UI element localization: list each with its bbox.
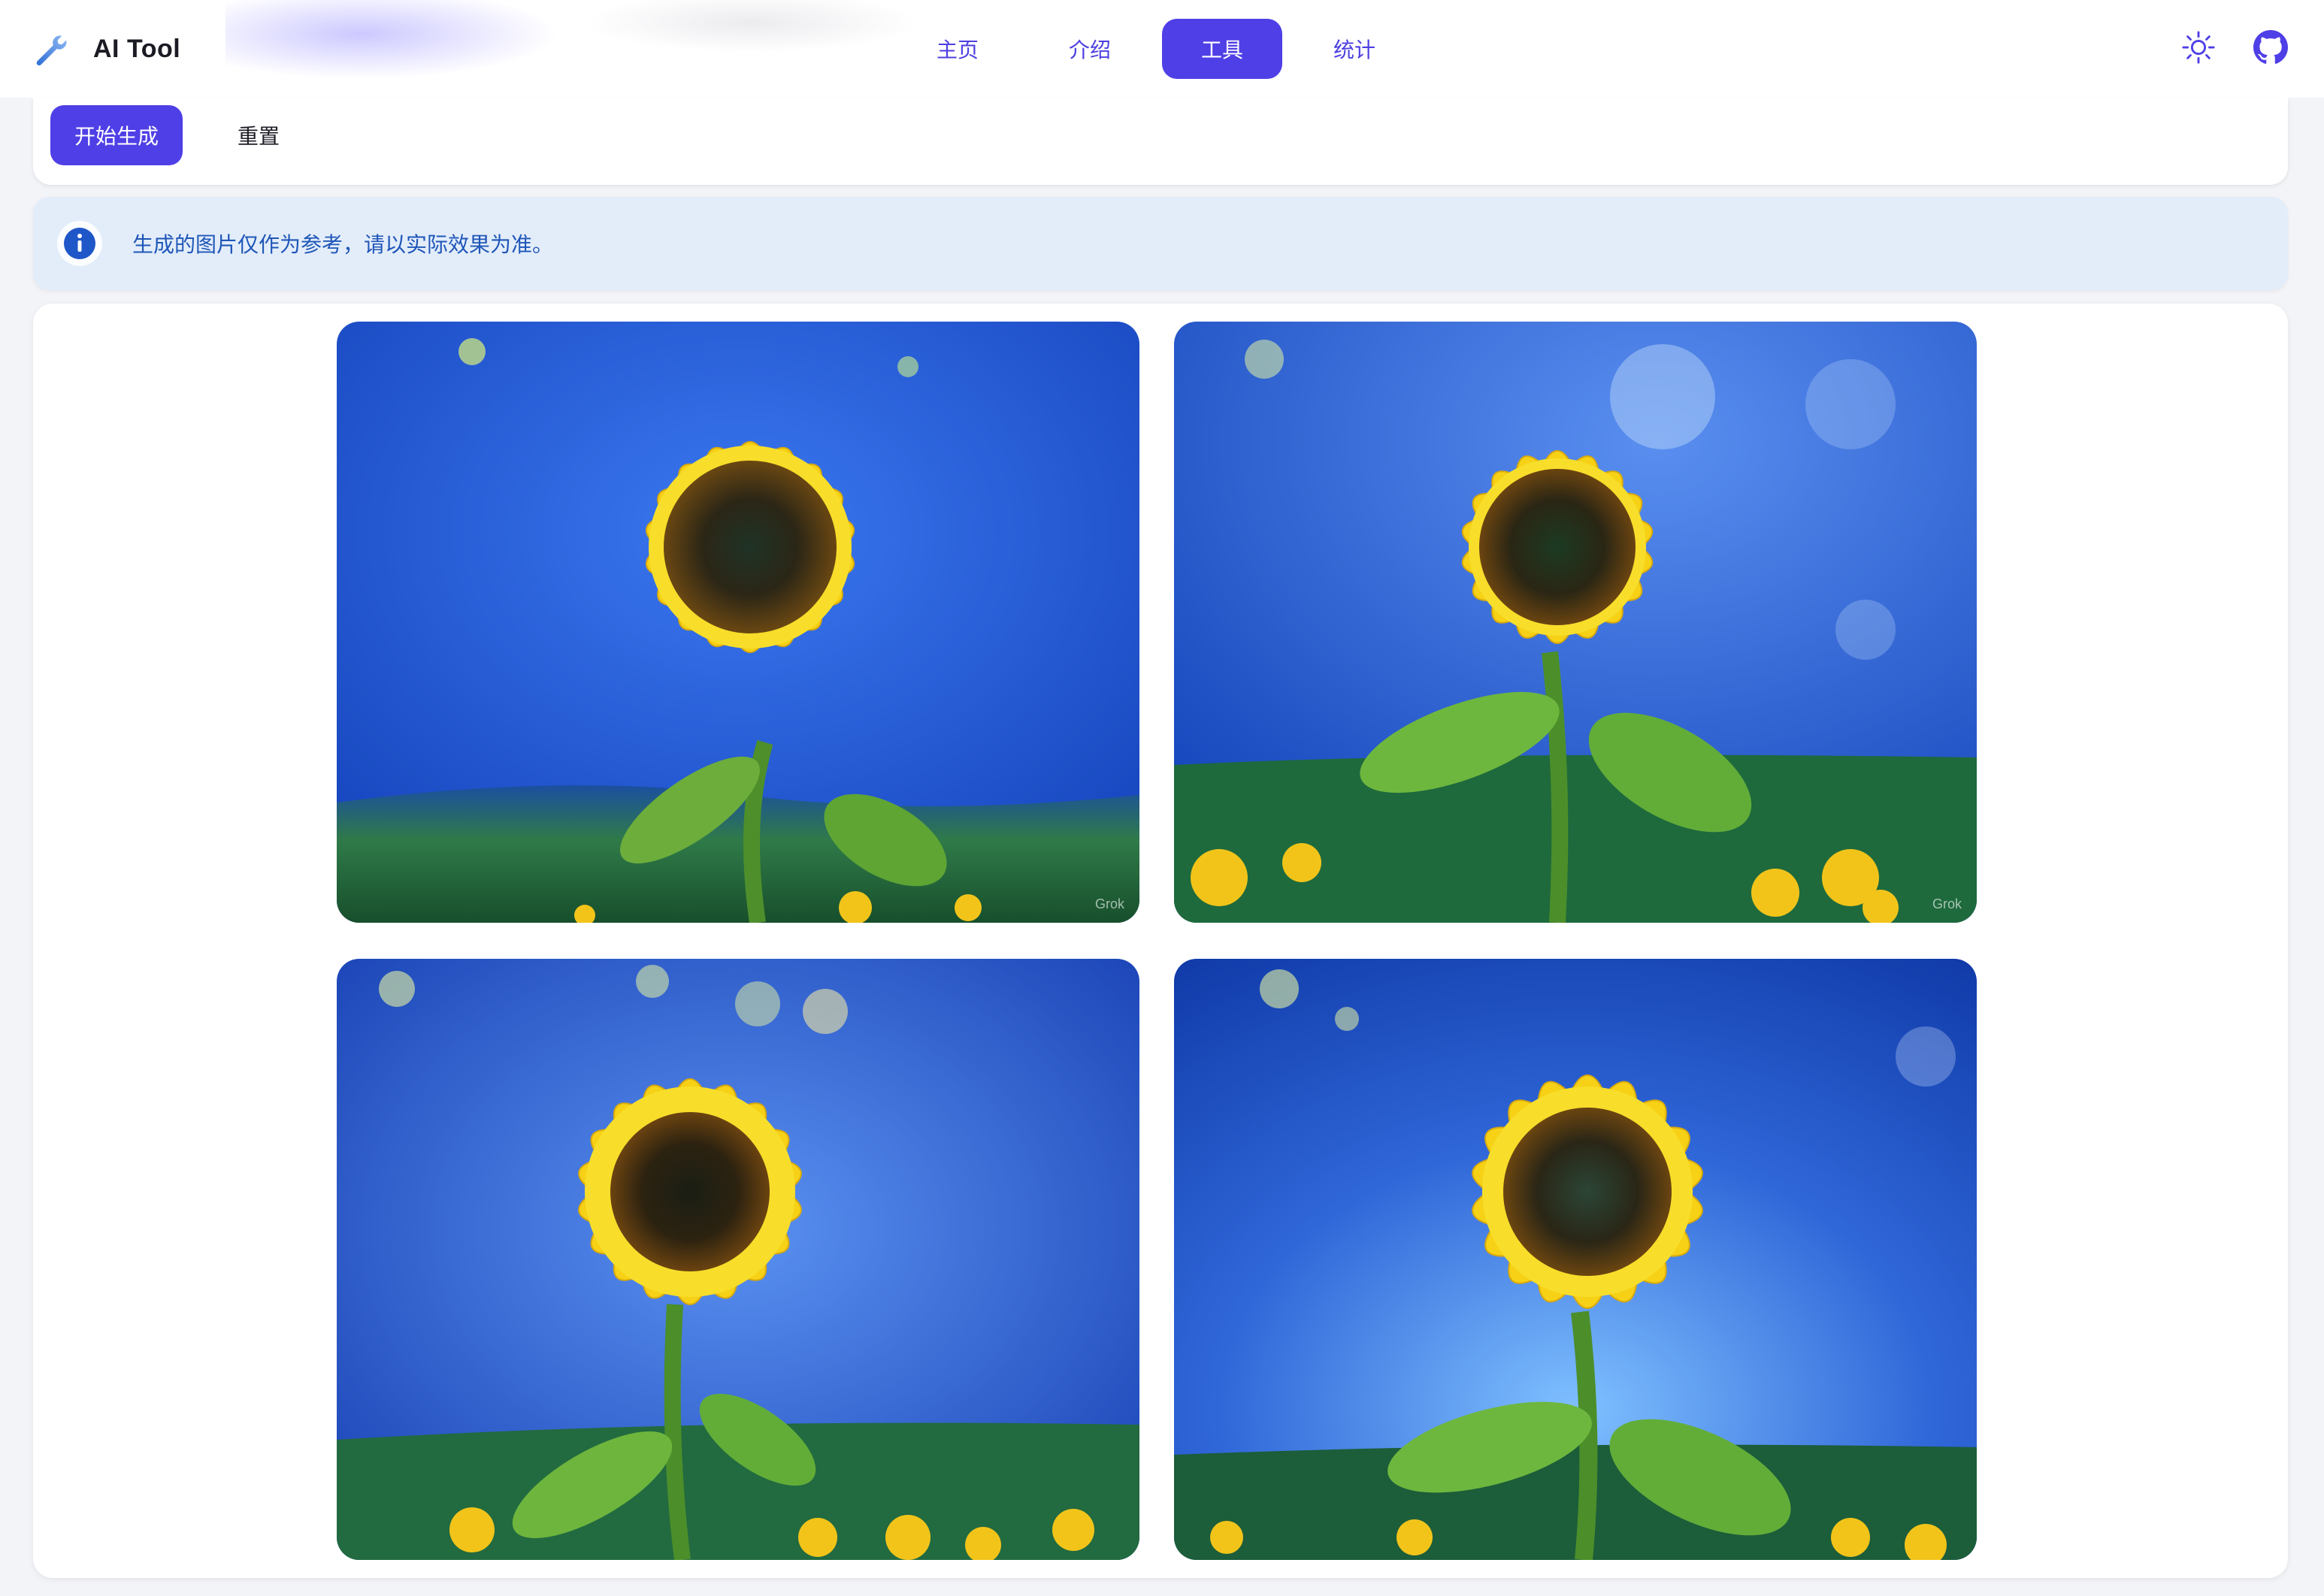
- generated-image-2[interactable]: Grok: [1174, 322, 1977, 923]
- generated-image-1[interactable]: Grok: [337, 322, 1139, 923]
- nav-tab-about[interactable]: 介绍: [1030, 19, 1150, 79]
- nav-tab-tools[interactable]: 工具: [1162, 19, 1282, 79]
- app-title: AI Tool: [93, 34, 181, 63]
- alert-message: 生成的图片仅作为参考，请以实际效果为准。: [132, 232, 554, 257]
- wrench-icon: [33, 32, 68, 66]
- brand[interactable]: AI Tool: [33, 30, 180, 68]
- generated-image-3[interactable]: [337, 959, 1139, 1560]
- main-nav: 主页 介绍 工具 统计: [897, 19, 1415, 79]
- github-link[interactable]: [2250, 29, 2291, 69]
- generate-controls: 开始生成 重置: [33, 98, 2288, 185]
- nav-tab-stats[interactable]: 统计: [1294, 19, 1415, 79]
- info-icon: [56, 219, 104, 268]
- generated-image-4[interactable]: [1174, 959, 1977, 1560]
- github-icon: [2253, 30, 2288, 68]
- info-alert: 生成的图片仅作为参考，请以实际效果为准。: [33, 197, 2288, 290]
- image-gallery: Grok Grok: [33, 304, 2288, 1578]
- theme-toggle-button[interactable]: [2178, 29, 2219, 69]
- start-generate-button[interactable]: 开始生成: [50, 105, 183, 165]
- watermark-label: Grok: [1932, 896, 1962, 911]
- watermark-label: Grok: [1094, 896, 1124, 911]
- header-actions: [2178, 29, 2291, 69]
- reset-button[interactable]: 重置: [206, 105, 311, 165]
- top-bar: AI Tool 主页 介绍 工具 统计: [0, 0, 2324, 98]
- nav-tab-home[interactable]: 主页: [897, 19, 1018, 79]
- sun-icon: [2181, 30, 2216, 68]
